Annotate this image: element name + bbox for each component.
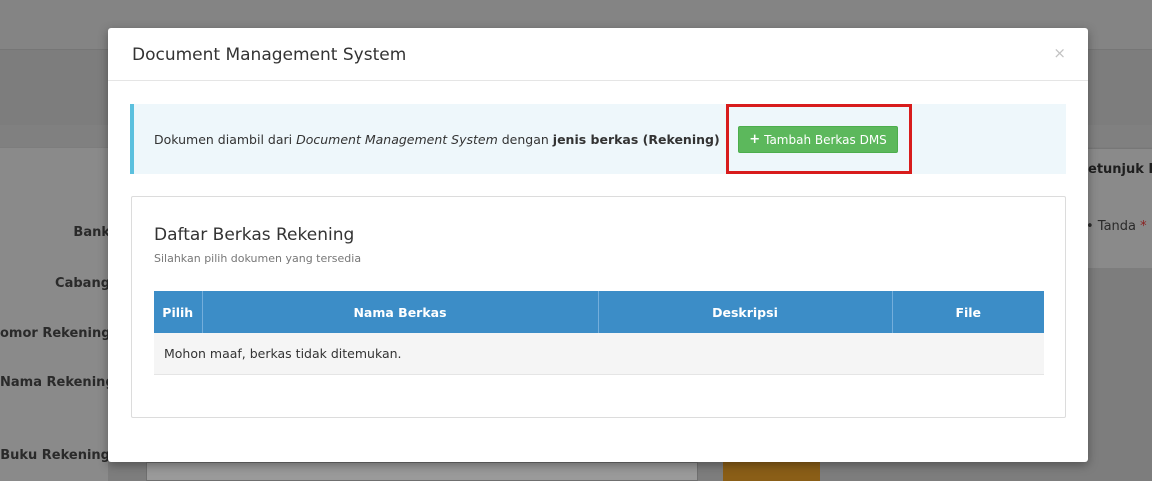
alert-text: Dokumen diambil dari Document Management… (154, 132, 720, 147)
empty-message: Mohon maaf, berkas tidak ditemukan. (154, 333, 1044, 375)
background-input (146, 462, 698, 481)
label-nomor-rekening: omor Rekening (0, 326, 111, 341)
panel-title: Daftar Berkas Rekening (154, 225, 355, 245)
help-panel-title: etunjuk I (1088, 162, 1152, 177)
label-nama-rekening: Nama Rekening (0, 375, 115, 390)
column-header-nama-berkas: Nama Berkas (202, 291, 599, 333)
background-button (723, 462, 820, 481)
info-alert: Dokumen diambil dari Document Management… (130, 104, 1066, 174)
alert-text-middle: dengan (497, 132, 553, 147)
file-table: Pilih Nama Berkas Deskripsi File Mohon m… (154, 291, 1044, 375)
alert-text-prefix: Dokumen diambil dari (154, 132, 297, 147)
label-bank: Bank (73, 225, 110, 240)
dms-modal: Document Management System × Dokumen dia… (108, 28, 1088, 462)
column-header-pilih: Pilih (154, 291, 203, 333)
help-panel-item: • Tanda * (1086, 219, 1147, 234)
panel-subtitle: Silahkan pilih dokumen yang tersedia (154, 252, 362, 265)
add-dms-file-button[interactable]: + Tambah Berkas DMS (738, 126, 898, 153)
help-item-text: • Tanda (1086, 219, 1141, 234)
column-header-file: File (892, 291, 1044, 333)
modal-title: Document Management System (132, 45, 407, 65)
column-header-deskripsi: Deskripsi (598, 291, 893, 333)
add-dms-file-label: Tambah Berkas DMS (764, 132, 887, 147)
plus-icon: + (749, 132, 761, 147)
table-row: Mohon maaf, berkas tidak ditemukan. (154, 333, 1044, 375)
alert-text-italic: Document Management System (296, 132, 498, 147)
required-star: * (1140, 219, 1147, 234)
file-list-panel: Daftar Berkas Rekening Silahkan pilih do… (131, 196, 1066, 418)
label-cabang: Cabang (55, 276, 110, 291)
label-buku-rekening: Buku Rekening (0, 448, 110, 463)
table-header-row: Pilih Nama Berkas Deskripsi File (154, 291, 1044, 333)
close-icon[interactable]: × (1053, 44, 1066, 62)
alert-text-bold: jenis berkas (Rekening) (552, 132, 720, 147)
background-form-panel (0, 148, 108, 481)
modal-header: Document Management System × (108, 28, 1088, 81)
